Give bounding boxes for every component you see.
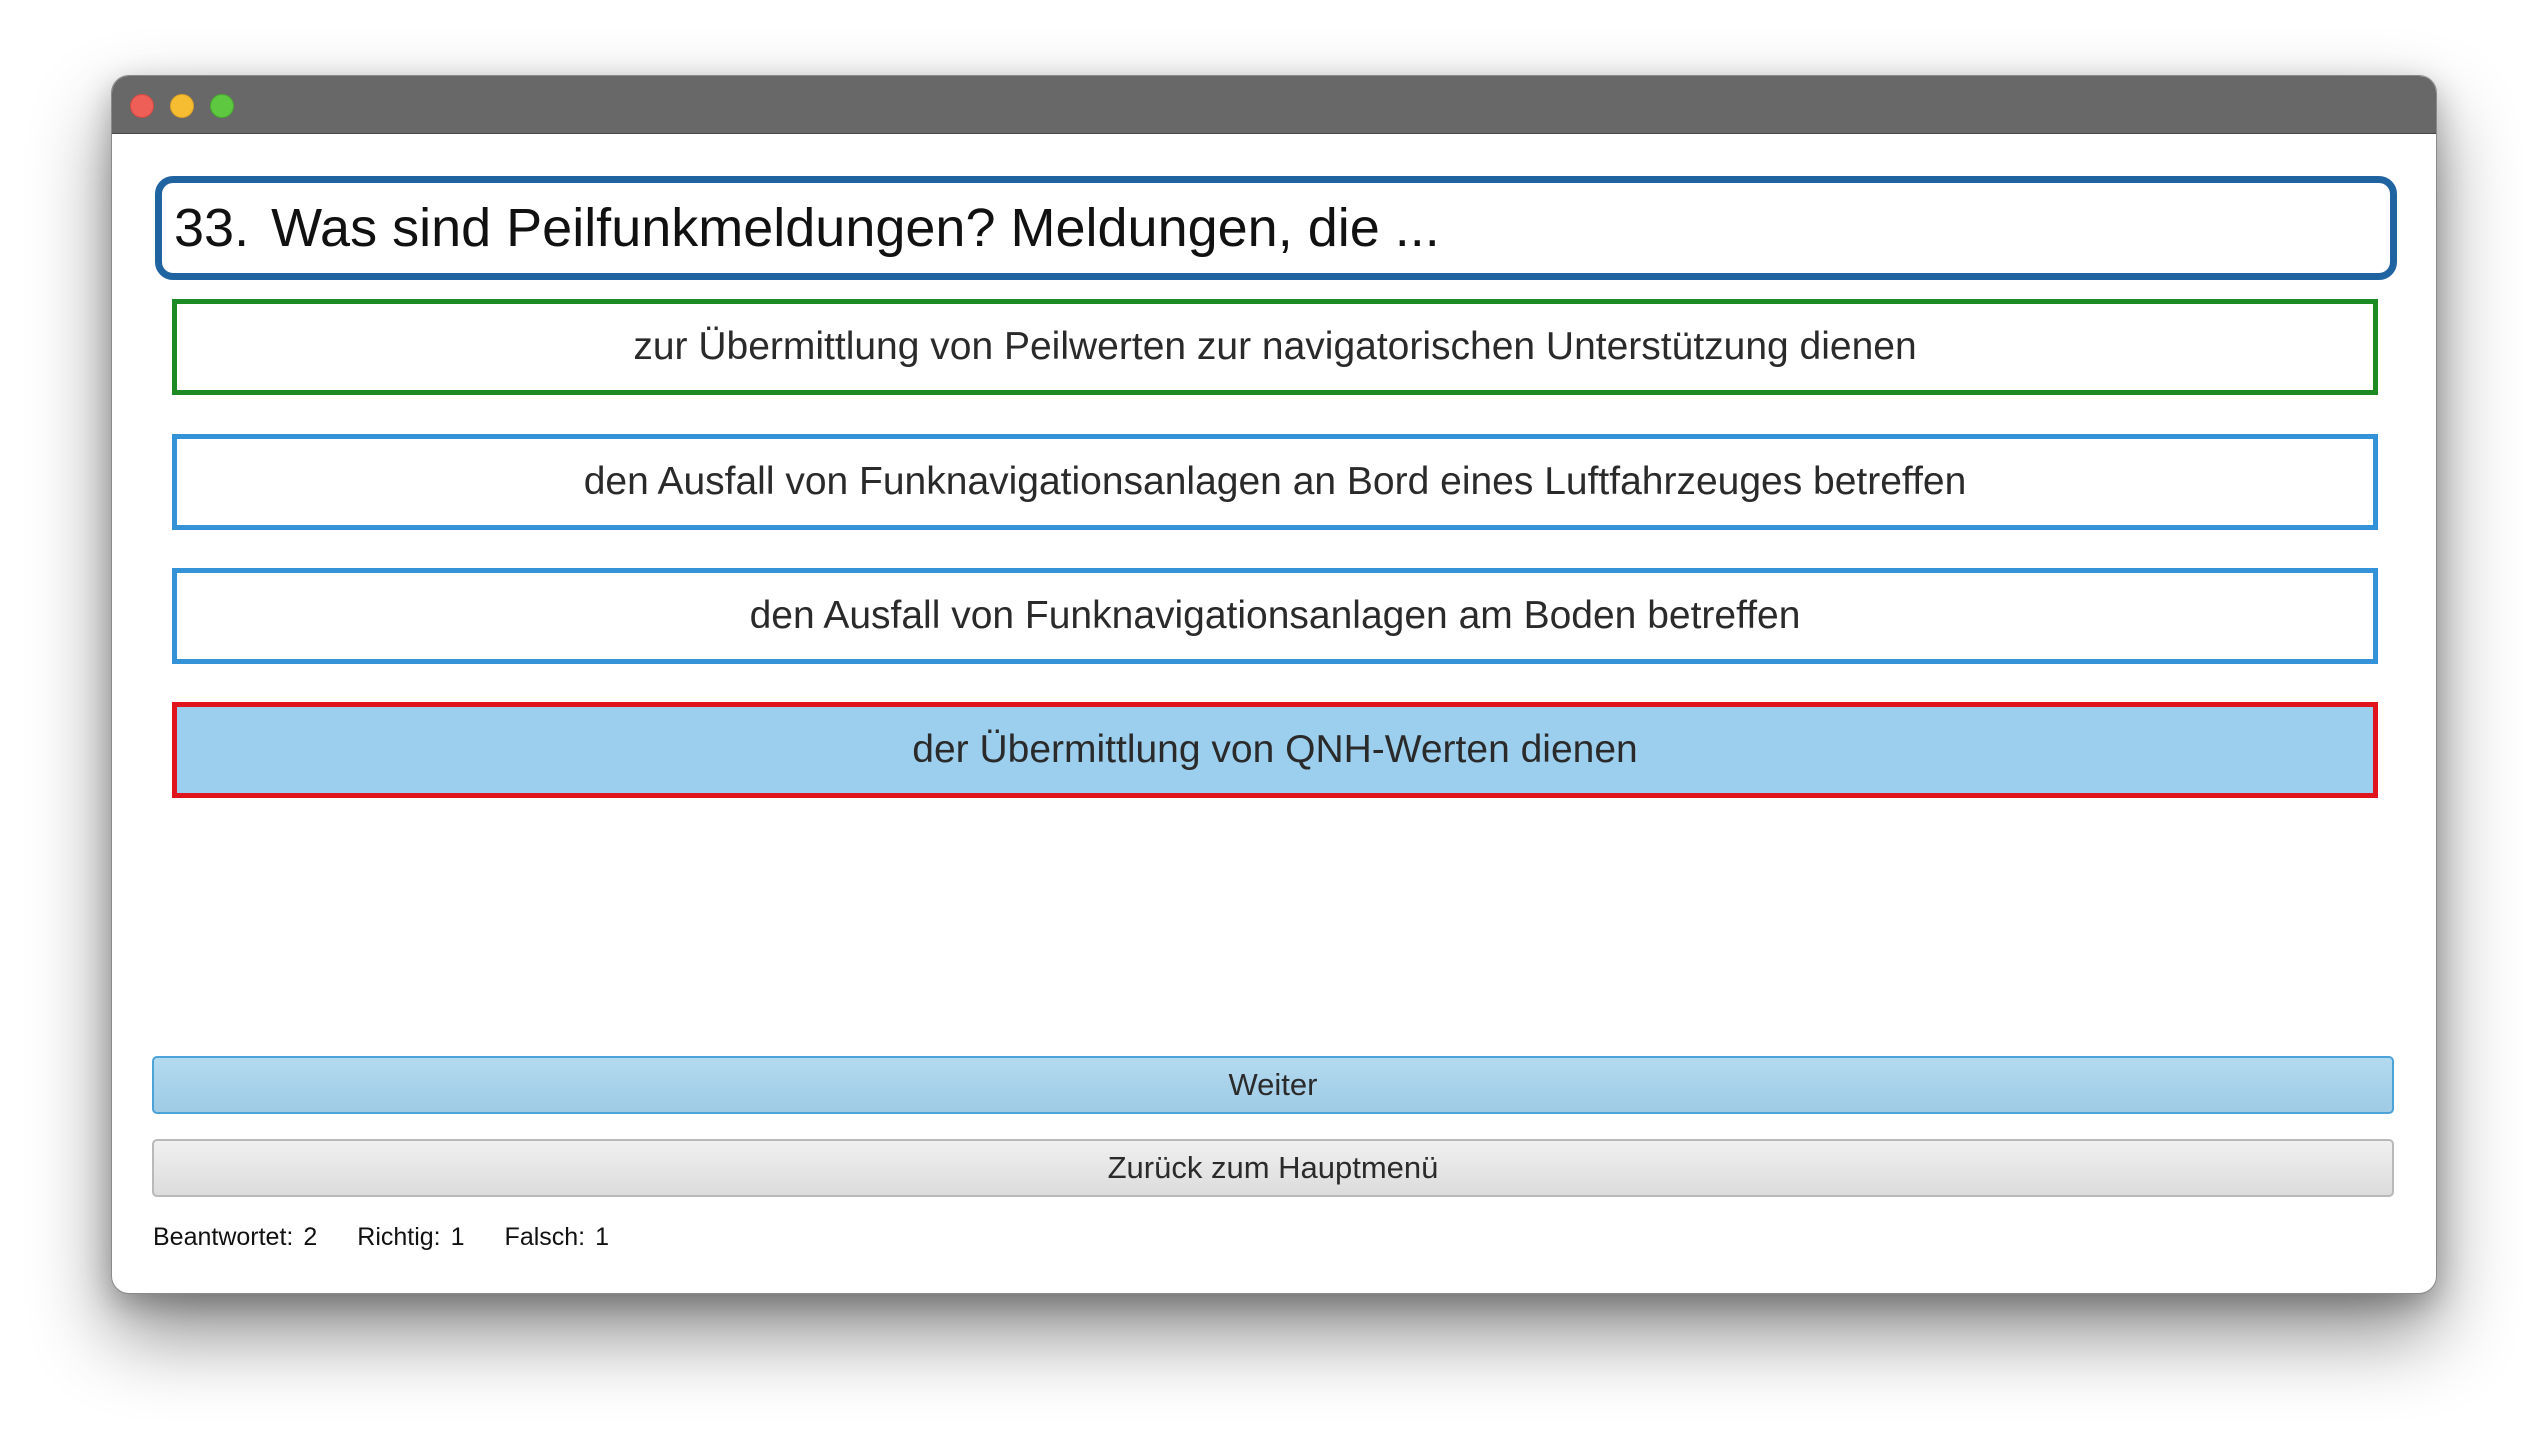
next-button[interactable]: Weiter (152, 1056, 2394, 1114)
answer-option-1[interactable]: zur Übermittlung von Peilwerten zur navi… (172, 299, 2378, 395)
wrong-label: Falsch: (504, 1223, 586, 1251)
correct-count: Richtig: 1 (357, 1223, 464, 1252)
answered-label: Beantwortet: (153, 1223, 294, 1251)
answer-option-label: zur Übermittlung von Peilwerten zur navi… (633, 325, 1917, 368)
answered-value: 2 (303, 1223, 318, 1251)
close-window-button[interactable] (130, 94, 154, 118)
correct-value: 1 (450, 1223, 465, 1251)
answer-option-2[interactable]: den Ausfall von Funknavigationsanlagen a… (172, 434, 2378, 530)
answer-option-label: den Ausfall von Funknavigationsanlagen a… (583, 460, 1967, 503)
answer-option-label: den Ausfall von Funknavigationsanlagen a… (749, 594, 1801, 637)
question-box: 33. Was sind Peilfunkmeldungen? Meldunge… (155, 176, 2397, 280)
question-text: Was sind Peilfunkmeldungen? Meldungen, d… (271, 198, 1440, 258)
answered-count: Beantwortet: 2 (153, 1223, 317, 1252)
answer-option-label: der Übermittlung von QNH-Werten dienen (912, 728, 1638, 771)
correct-label: Richtig: (357, 1223, 441, 1251)
wrong-value: 1 (595, 1223, 610, 1251)
question-number: 33. (174, 198, 250, 258)
minimize-window-button[interactable] (170, 94, 194, 118)
back-to-main-menu-button[interactable]: Zurück zum Hauptmenü (152, 1139, 2394, 1197)
maximize-window-button[interactable] (210, 94, 234, 118)
app-window: 33. Was sind Peilfunkmeldungen? Meldunge… (111, 75, 2437, 1294)
title-bar (112, 76, 2436, 134)
score-status-bar: Beantwortet: 2 Richtig: 1 Falsch: 1 (153, 1223, 649, 1252)
answer-option-3[interactable]: den Ausfall von Funknavigationsanlagen a… (172, 568, 2378, 664)
wrong-count: Falsch: 1 (505, 1223, 610, 1252)
answer-option-4[interactable]: der Übermittlung von QNH-Werten dienen (172, 702, 2378, 798)
